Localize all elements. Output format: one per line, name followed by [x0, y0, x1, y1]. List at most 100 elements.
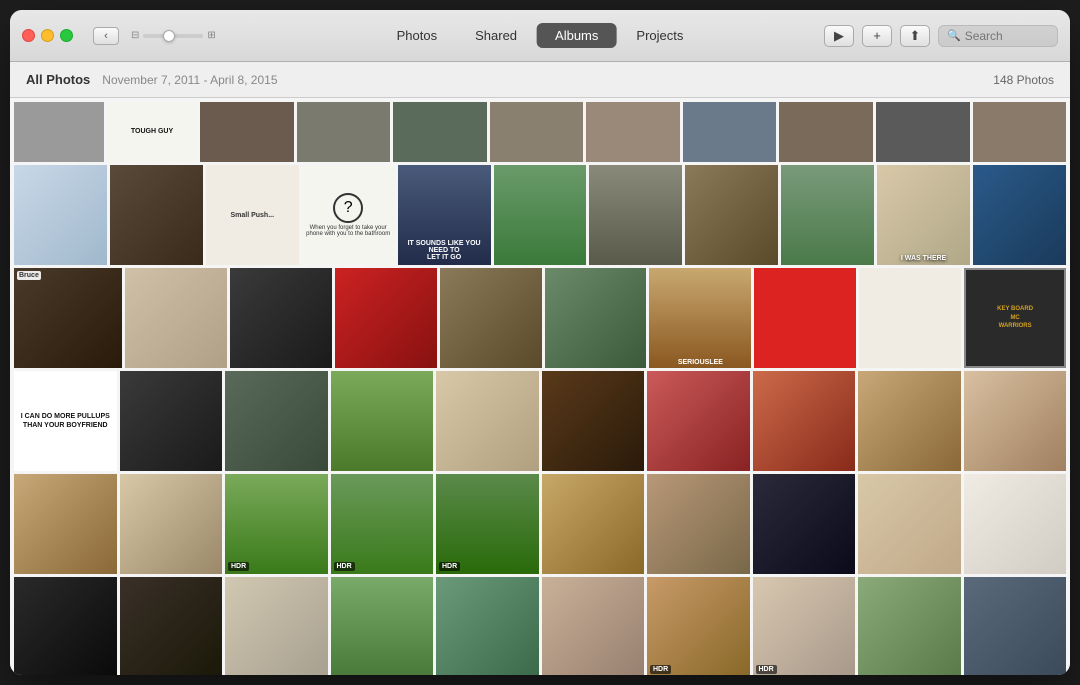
search-input[interactable]: [965, 29, 1055, 43]
photo-thumb[interactable]: [542, 474, 645, 574]
photo-thumb[interactable]: [964, 577, 1067, 675]
photo-thumb[interactable]: [14, 102, 104, 162]
zoom-slider-area: ⊟ ⊞: [131, 30, 216, 41]
all-photos-label: All Photos: [26, 72, 90, 87]
photo-row: Bruce SERIOUSLEE KEY BOARDMCWARRIORS: [14, 268, 1066, 368]
back-button[interactable]: ‹: [93, 27, 119, 45]
photo-thumb[interactable]: [14, 165, 107, 265]
toolbar-right: ▶ + ⬆ 🔍: [824, 25, 1058, 47]
photo-thumb[interactable]: [779, 102, 873, 162]
search-box[interactable]: 🔍: [938, 25, 1058, 47]
photo-thumb[interactable]: I CAN DO MORE PULLUPS THAN YOUR BOYFRIEN…: [14, 371, 117, 471]
photo-thumb[interactable]: [964, 371, 1067, 471]
photo-thumb[interactable]: HDR: [331, 474, 434, 574]
photo-thumb[interactable]: Small Push...: [206, 165, 299, 265]
share-button[interactable]: ⬆: [900, 25, 930, 47]
photo-thumb[interactable]: [858, 474, 961, 574]
photo-thumb[interactable]: [964, 474, 1067, 574]
photo-thumb[interactable]: HDR: [436, 474, 539, 574]
photo-thumb[interactable]: [335, 268, 437, 368]
photo-thumb[interactable]: [331, 371, 434, 471]
thumb-label: I WAS THERE: [901, 255, 947, 262]
photo-grid: TOUGH GUY Small Push... ? When you forge…: [10, 98, 1070, 675]
photo-thumb[interactable]: [14, 577, 117, 675]
photo-thumb[interactable]: [589, 165, 682, 265]
photo-thumb[interactable]: I WAS THERE: [877, 165, 970, 265]
maximize-button[interactable]: [60, 29, 73, 42]
bruce-content: SERIOUSLEE: [649, 268, 751, 368]
zoom-thumb[interactable]: [163, 30, 175, 42]
tab-projects[interactable]: Projects: [618, 23, 701, 48]
photo-thumb[interactable]: HDR: [647, 577, 750, 675]
photo-thumb[interactable]: [200, 102, 294, 162]
pullup-text: I CAN DO MORE PULLUPS THAN YOUR BOYFRIEN…: [14, 409, 117, 433]
zoom-track[interactable]: [143, 34, 203, 38]
photo-thumb[interactable]: [331, 577, 434, 675]
minimize-button[interactable]: [41, 29, 54, 42]
play-button[interactable]: ▶: [824, 25, 854, 47]
hdr-badge: HDR: [334, 562, 355, 571]
photo-thumb[interactable]: [230, 268, 332, 368]
photo-thumb[interactable]: [225, 371, 328, 471]
photo-thumb[interactable]: [754, 268, 856, 368]
photo-thumb[interactable]: [225, 577, 328, 675]
photo-thumb[interactable]: [120, 474, 223, 574]
photo-thumb[interactable]: [859, 268, 961, 368]
photo-thumb[interactable]: [753, 371, 856, 471]
photo-thumb[interactable]: [393, 102, 487, 162]
traffic-lights: [22, 29, 73, 42]
photo-thumb[interactable]: [781, 165, 874, 265]
hdr-badge: HDR: [650, 665, 671, 674]
red-content: [754, 268, 856, 368]
photo-thumb[interactable]: [683, 102, 777, 162]
tab-photos[interactable]: Photos: [379, 23, 455, 48]
photo-thumb[interactable]: [542, 577, 645, 675]
photo-thumb[interactable]: [545, 268, 647, 368]
photo-thumb[interactable]: [490, 102, 584, 162]
date-range: November 7, 2011 - April 8, 2015: [102, 73, 277, 87]
tab-shared[interactable]: Shared: [457, 23, 535, 48]
photo-thumb[interactable]: [440, 268, 542, 368]
photo-thumb[interactable]: [858, 577, 961, 675]
photo-thumb[interactable]: ? When you forget to take your phone wit…: [302, 165, 395, 265]
photo-thumb[interactable]: [586, 102, 680, 162]
photo-thumb[interactable]: [120, 577, 223, 675]
add-icon: +: [873, 28, 881, 43]
photo-thumb[interactable]: [973, 102, 1067, 162]
photo-thumb[interactable]: [297, 102, 391, 162]
zoom-in-icon: ⊞: [207, 30, 215, 41]
photo-thumb[interactable]: [542, 371, 645, 471]
photo-thumb[interactable]: [125, 268, 227, 368]
photo-thumb[interactable]: [436, 577, 539, 675]
photo-thumb[interactable]: [647, 474, 750, 574]
hdr-badge: HDR: [756, 665, 777, 674]
photo-thumb[interactable]: [120, 371, 223, 471]
back-icon: ‹: [104, 30, 108, 42]
photo-thumb[interactable]: [973, 165, 1066, 265]
tab-albums[interactable]: Albums: [537, 23, 616, 48]
photo-thumb[interactable]: SERIOUSLEE: [649, 268, 751, 368]
photo-thumb[interactable]: [685, 165, 778, 265]
photo-row: TOUGH GUY: [14, 102, 1066, 162]
photo-thumb[interactable]: KEY BOARDMCWARRIORS: [964, 268, 1066, 368]
photo-thumb[interactable]: [14, 474, 117, 574]
add-button[interactable]: +: [862, 25, 892, 47]
photo-thumb[interactable]: [647, 371, 750, 471]
photo-thumb[interactable]: HDR: [225, 474, 328, 574]
photo-thumb[interactable]: IT SOUNDS LIKE YOU NEED TOLET IT GO: [398, 165, 491, 265]
photo-thumb[interactable]: [876, 102, 970, 162]
close-button[interactable]: [22, 29, 35, 42]
photo-thumb[interactable]: TOUGH GUY: [107, 102, 197, 162]
meme-icon: ?: [333, 193, 363, 223]
thumb-label: Small Push...: [230, 212, 274, 219]
photo-thumb[interactable]: [436, 371, 539, 471]
photo-thumb[interactable]: [494, 165, 587, 265]
play-icon: ▶: [834, 28, 844, 44]
search-icon: 🔍: [947, 29, 961, 42]
photo-thumb[interactable]: Bruce: [14, 268, 122, 368]
photo-row: HDR HDR: [14, 577, 1066, 675]
photo-thumb[interactable]: [110, 165, 203, 265]
photo-thumb[interactable]: HDR: [753, 577, 856, 675]
photo-thumb[interactable]: [858, 371, 961, 471]
photo-thumb[interactable]: [753, 474, 856, 574]
